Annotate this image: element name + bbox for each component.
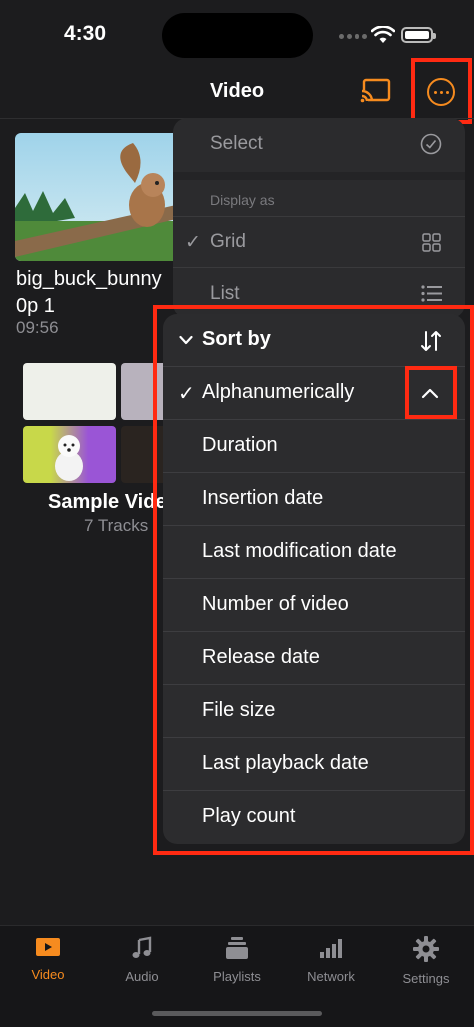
tab-label: Audio: [125, 969, 159, 984]
menu-item-select-label: Select: [210, 133, 263, 154]
highlight-box-sort-direction: [405, 366, 457, 419]
cellular-signal-icon: [339, 34, 367, 40]
collection-title: Sample Vide: [48, 491, 167, 513]
network-icon: [320, 939, 342, 958]
menu-item-grid-label: Grid: [210, 231, 246, 252]
status-bar: 4:30: [0, 0, 474, 60]
battery-icon: [401, 27, 436, 43]
menu-item-list-label: List: [210, 283, 240, 304]
playlists-icon: [226, 937, 248, 959]
menu-divider: [173, 172, 465, 180]
tab-label: Video: [31, 967, 65, 982]
video-title-line-1: big_buck_bunny: [16, 268, 162, 290]
list-icon: [421, 285, 442, 302]
music-note-icon: [132, 936, 152, 958]
context-menu: Select Display as ✓ Grid List: [173, 118, 465, 318]
checkmark-circle-icon: [420, 133, 442, 155]
menu-item-grid[interactable]: ✓ Grid: [173, 217, 465, 267]
display-as-header-label: Display as: [210, 192, 275, 208]
tab-network[interactable]: Network: [284, 936, 378, 984]
gear-icon: [413, 936, 439, 962]
collection-cell-1: [23, 363, 116, 420]
grid-checkmark: ✓: [185, 232, 201, 253]
status-time: 4:30: [64, 22, 107, 45]
collection-cell-3: [23, 426, 116, 483]
tab-label: Network: [307, 969, 355, 984]
tab-label: Settings: [402, 971, 450, 986]
video-thumbnail[interactable]: [15, 133, 185, 261]
video-duration: 09:56: [16, 318, 59, 337]
menu-item-select[interactable]: Select: [173, 118, 465, 172]
dog-image: [55, 435, 83, 481]
more-options-button[interactable]: [411, 58, 472, 124]
tab-video[interactable]: Video: [1, 936, 95, 982]
ellipsis-icon: [427, 78, 455, 106]
tab-settings[interactable]: Settings: [379, 936, 473, 986]
collection-subtitle: 7 Tracks: [84, 516, 149, 535]
display-as-header: Display as: [173, 180, 465, 216]
tab-playlists[interactable]: Playlists: [190, 936, 284, 984]
tab-audio[interactable]: Audio: [95, 936, 189, 984]
video-icon: [36, 938, 60, 956]
dynamic-island: [162, 13, 313, 58]
cast-icon[interactable]: [360, 77, 392, 105]
grid-icon: [422, 233, 441, 252]
wifi-icon: [371, 26, 395, 43]
tab-label: Playlists: [213, 969, 261, 984]
page-title: Video: [209, 80, 265, 102]
home-indicator: [152, 1011, 322, 1016]
